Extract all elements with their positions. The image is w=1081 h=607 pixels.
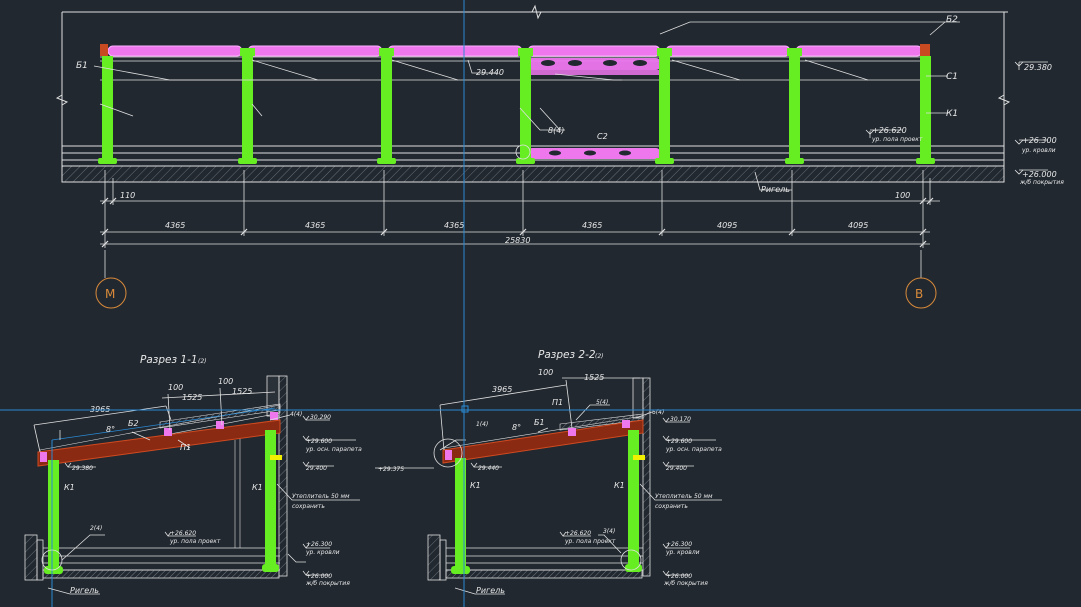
s11-lvl-29600-note: ур. осн. парапета [305,446,362,453]
s11-p1: П1 [180,443,191,452]
s11-lvl-29600: +29.600 [306,438,332,445]
s11-lvl-29400: 29.400 [306,465,327,472]
s22-lvl-29400: 29.400 [666,465,687,472]
s11-lvl-29380: 29.380 [72,465,93,472]
dim-span-5: 4095 [717,221,737,230]
s22-k1-right: К1 [614,481,625,490]
dim-total: 25830 [505,236,530,245]
dim-span-3: 4365 [444,221,464,230]
column-k1-right [265,430,276,570]
s22-node3: 3(4) [603,528,615,535]
s22-b1: Б1 [534,418,545,427]
label-b2: Б2 [946,15,958,25]
section11-title-ref: (2) [198,358,207,365]
section-2-2: Разрез 2-2 (2) 3965 100 1525 8° Б1 П1 1(… [375,349,722,595]
s11-dim-1525a: 1525 [182,393,202,402]
s22-lvl-26000: +26.000 [666,573,692,580]
s22-angle: 8° [512,423,521,432]
column-k1-left [48,460,59,572]
s22-lvl-29375: +29.375 [378,466,404,473]
s11-lvl-26000-note: ж/б покрытия [305,580,350,587]
s11-dim-1525b: 1525 [232,387,252,396]
s22-p1: П1 [552,398,563,407]
s11-k1-left: К1 [64,483,75,492]
dim-span-2: 4365 [305,221,325,230]
level-26620-note: ур. пола проект [871,136,923,143]
rafter-b2 [37,419,281,467]
label-k1: К1 [946,109,958,119]
s22-lvl-26300: +26.300 [666,541,692,548]
s22-lvl-29600: +29.600 [666,438,692,445]
s11-angle: 8° [106,425,115,434]
section11-title: Разрез 1-1 [140,354,198,366]
dim-right-offset: 100 [895,191,910,200]
s22-lvl-29600-note: ур. осн. парапета [665,446,722,453]
label-c1: С1 [946,72,958,82]
label-b1: Б1 [76,61,88,71]
s22-lvl-26620: +26.620 [565,530,591,537]
s22-lvl-26620-note: ур. пола проект [564,538,616,545]
s11-lvl-26620-note: ур. пола проект [169,538,221,545]
s11-dim-100a: 100 [168,383,183,392]
level-29440: 29.440 [476,68,504,77]
s22-node1: 1(4) [476,421,488,428]
s11-lvl-26300: +26.300 [306,541,332,548]
s22-column-k1-right [628,430,639,570]
dim-span-1: 4365 [165,221,185,230]
cad-canvas[interactable]: { "colors": { "background": "#212830", "… [0,0,1081,607]
section22-title: Разрез 2-2 [538,349,596,361]
s11-node2: 2(4) [90,525,102,532]
s22-lvl-26300-note: ур. кровли [665,549,700,556]
level-26000: +26.000 [1022,170,1057,179]
level-26620: +26.620 [872,126,907,135]
s11-lvl-26300-note: ур. кровли [305,549,340,556]
s22-dim-slope: 3965 [492,385,512,394]
dim-span-4: 4365 [582,221,602,230]
s11-dim-100b: 100 [218,377,233,386]
section-1-1: Разрез 1-1 (2) 3965 100 1525 100 1525 8°… [24,354,362,607]
dim-span-6: 4095 [848,221,868,230]
level-26300-note: ур. кровли [1021,147,1056,154]
s22-dim-1525: 1525 [584,373,604,382]
s22-insul2: сохранить [655,503,688,510]
s11-lvl-26620: +26.620 [170,530,196,537]
s22-lvl-30170: 30.170 [670,416,691,423]
s11-lvl-26000: +26.000 [306,573,332,580]
s11-b2: Б2 [128,419,139,428]
s22-dim-100: 100 [538,368,553,377]
s22-node5: 5(4) [596,399,608,406]
s22-k1-left: К1 [470,481,481,490]
level-29380: 29.380 [1024,63,1052,72]
dim-left-offset: 110 [120,191,135,200]
axis-label-m: М [105,287,115,301]
s22-lvl-29440: 29.440 [478,465,499,472]
elevation: Б2 Б1 С1 К1 С2 8(4) Ригель 29.440 29.380… [55,4,1064,309]
s11-insul2: сохранить [292,503,325,510]
label-node8: 8(4) [548,126,564,135]
label-rigel: Ригель [761,185,790,194]
s11-insul1: Утеплитель 50 мм [292,493,350,500]
slab-hatch [61,165,1005,183]
label-c2: С2 [597,132,608,141]
s11-node4: 4(4) [290,411,302,418]
section22-title-ref: (2) [595,353,604,360]
drawing: Б2 Б1 С1 К1 С2 8(4) Ригель 29.440 29.380… [0,0,1081,607]
s11-k1-right: К1 [252,483,263,492]
s22-lvl-26000-note: ж/б покрытия [663,580,708,587]
s11-rigel: Ригель [70,586,99,595]
level-26000-note: ж/б покрытия [1019,179,1064,186]
s22-rigel: Ригель [476,586,505,595]
axis-label-b: В [915,287,923,301]
s11-lvl-30290: 30.290 [310,414,331,421]
s22-insul1: Утеплитель 50 мм [655,493,713,500]
level-26300: +26.300 [1022,136,1057,145]
